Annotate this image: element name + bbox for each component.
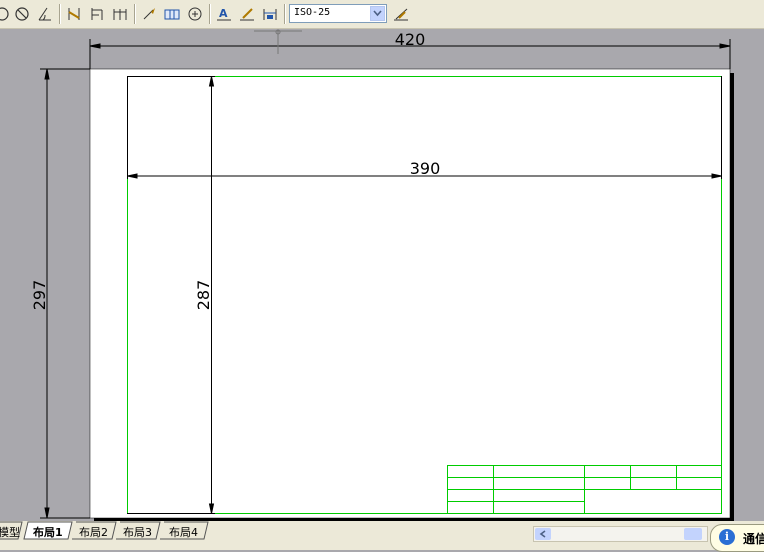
horizontal-scrollbar[interactable] xyxy=(533,526,708,542)
angle-icon[interactable] xyxy=(35,4,55,24)
svg-text:A: A xyxy=(219,7,228,20)
dim-edit-icon[interactable]: A xyxy=(214,4,234,24)
tolerance-icon[interactable] xyxy=(162,4,182,24)
layout-tab-bar: 模型 布局1 布局2 布局3 布局4 i 通信 xyxy=(0,521,764,552)
leader-icon[interactable] xyxy=(139,4,159,24)
dimension-style-value: ISO-25 xyxy=(294,7,331,18)
zoom-icon[interactable] xyxy=(0,4,12,24)
sheet-width-label: 420 xyxy=(395,30,426,49)
toolbar-separator xyxy=(209,4,211,24)
paper-sheet xyxy=(89,68,731,519)
center-mark-icon[interactable] xyxy=(185,4,205,24)
frame-width-label: 390 xyxy=(410,159,441,178)
info-icon: i xyxy=(719,529,735,545)
frame-height-label: 287 xyxy=(194,280,213,311)
chevron-down-icon[interactable] xyxy=(370,6,385,21)
continue-dim-icon[interactable] xyxy=(110,4,130,24)
paper-space-canvas[interactable]: 420 297 390 287 xyxy=(0,29,764,522)
baseline-icon[interactable] xyxy=(87,4,107,24)
tab-layout2[interactable]: 布局2 xyxy=(79,524,108,540)
dim-style-icon[interactable] xyxy=(391,4,411,24)
chevron-left-icon xyxy=(539,530,546,538)
dim-update-icon[interactable] xyxy=(260,4,280,24)
tab-model[interactable]: 模型 xyxy=(0,524,20,540)
balloon-text: 通信 xyxy=(743,532,764,546)
communication-balloon[interactable]: i 通信 xyxy=(710,524,764,552)
scroll-left-button[interactable] xyxy=(535,528,551,540)
tab-layout3[interactable]: 布局3 xyxy=(123,524,152,540)
no-symbol-icon[interactable] xyxy=(12,4,32,24)
dimension-style-select[interactable]: ISO-25 xyxy=(289,4,387,23)
quick-leader-icon[interactable] xyxy=(64,4,84,24)
sheet-height-label: 297 xyxy=(30,280,49,311)
dimension-toolbar: A ISO-25 xyxy=(0,0,764,29)
tab-layout1[interactable]: 布局1 xyxy=(33,524,63,540)
scroll-thumb[interactable] xyxy=(684,528,702,540)
toolbar-separator xyxy=(284,4,286,24)
tab-layout4[interactable]: 布局4 xyxy=(169,524,198,540)
ucs-marker xyxy=(254,29,302,54)
toolbar-separator xyxy=(59,4,61,24)
dim-text-edit-icon[interactable] xyxy=(237,4,257,24)
toolbar-separator xyxy=(134,4,136,24)
